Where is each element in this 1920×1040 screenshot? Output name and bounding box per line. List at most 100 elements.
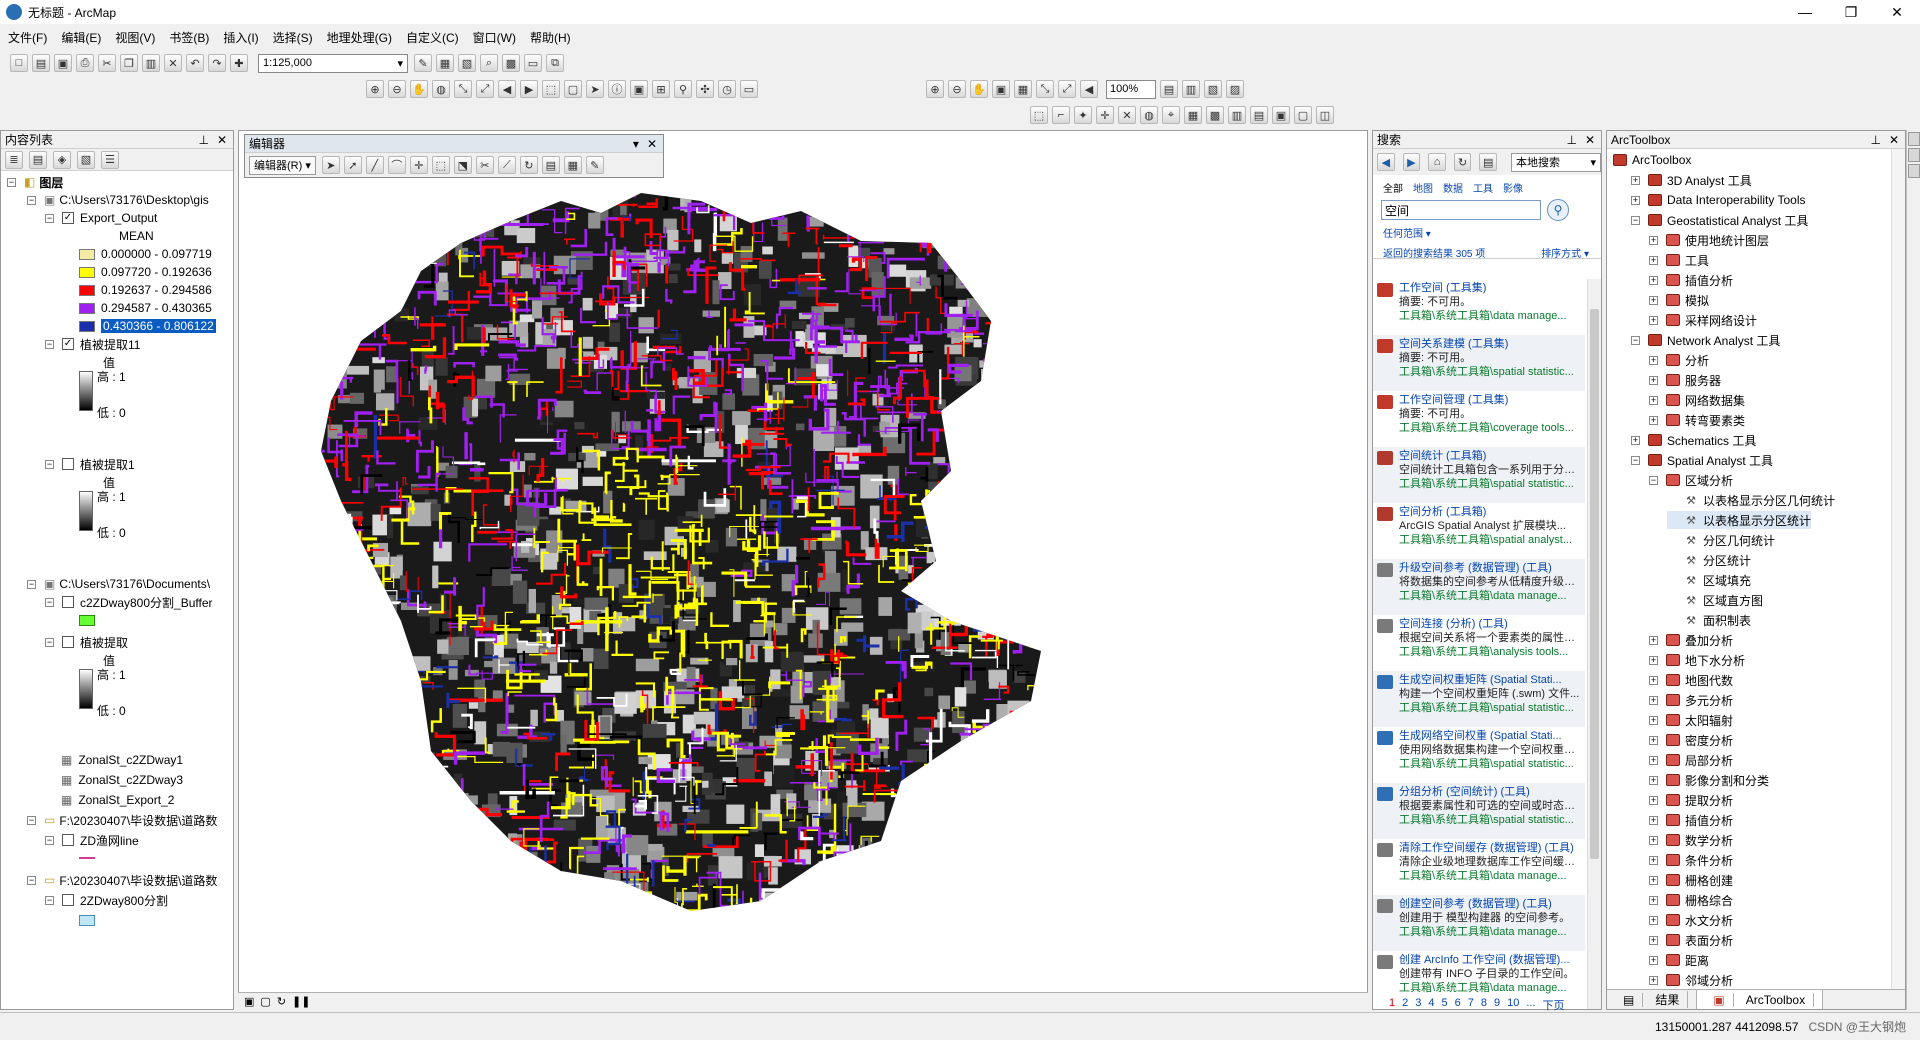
snap-vertex-icon[interactable]: ✦ (1074, 106, 1092, 124)
search-result-title[interactable]: 生成网络空间权重 (Spatial Stati... (1399, 729, 1581, 743)
delete-icon[interactable]: ✕ (164, 54, 182, 72)
pager-link[interactable]: 9 (1494, 997, 1500, 1013)
arctoolbox-item[interactable]: + 地图代数 (1649, 671, 1733, 689)
layout-pan-icon[interactable]: ✋ (970, 80, 988, 98)
expand-icon[interactable]: + (1649, 895, 1658, 905)
arctoolbox-item[interactable]: ⚒ 以表格显示分区统计 (1667, 511, 1812, 529)
arctoolbox-item[interactable]: ⚒ 面积制表 (1667, 611, 1751, 629)
pager-link[interactable]: 10 (1507, 997, 1519, 1013)
arctoolbox-item[interactable]: + 插值分析 (1649, 811, 1733, 829)
toc-window-icon[interactable]: ▦ (436, 54, 454, 72)
collapse-icon[interactable]: − (27, 579, 36, 589)
layer-visibility-checkbox[interactable] (62, 636, 74, 648)
back-extent-icon[interactable]: ◀ (498, 80, 516, 98)
arctoolbox-item[interactable]: + 插值分析 (1649, 271, 1733, 289)
dock-tab-icon[interactable] (1908, 132, 1920, 146)
expand-icon[interactable]: + (1649, 295, 1658, 305)
snap-point-icon[interactable]: ⬚ (1030, 106, 1048, 124)
arctoolbox-item[interactable]: + 使用地统计图层 (1649, 231, 1769, 249)
arctoolbox-item[interactable]: + 密度分析 (1649, 731, 1733, 749)
collapse-icon[interactable]: − (45, 597, 54, 607)
zoom-out-icon[interactable]: ⊖ (388, 80, 406, 98)
class-swatch[interactable] (79, 302, 95, 314)
search-result-title[interactable]: 工作空间管理 (工具集) (1399, 393, 1581, 407)
layout-zoom-out-icon[interactable]: ⊖ (948, 80, 966, 98)
catalog-window-icon[interactable]: ▧ (458, 54, 476, 72)
distribute-icon[interactable]: ▤ (1250, 106, 1268, 124)
expand-icon[interactable]: + (1649, 935, 1658, 945)
arctoolbox-item[interactable]: + Schematics 工具 (1631, 431, 1756, 449)
toc-table-row[interactable]: ▦ ZonalSt_Export_2 (61, 791, 174, 809)
data-view-icon[interactable]: ▣ (244, 995, 254, 1008)
paste-icon[interactable]: ▥ (142, 54, 160, 72)
search-input[interactable]: 空间 (1381, 200, 1541, 220)
search-result-title[interactable]: 清除工作空间缓存 (数据管理) (工具) (1399, 841, 1581, 855)
open-icon[interactable]: ▤ (32, 54, 50, 72)
globe-icon[interactable]: ◍ (1140, 106, 1158, 124)
fixed-zoom-out-layout-icon[interactable]: ⤢ (1058, 80, 1076, 98)
arctoolbox-item[interactable]: ⚒ 区域直方图 (1667, 591, 1763, 609)
save-icon[interactable]: ▣ (54, 54, 72, 72)
arctoolbox-item[interactable]: + Data Interoperability Tools (1631, 191, 1806, 209)
arctoolbox-item[interactable]: + 数学分析 (1649, 831, 1733, 849)
toc-legend-class[interactable]: 0.097720 - 0.192636 (79, 263, 212, 281)
pager-link[interactable]: 1 (1389, 997, 1395, 1013)
arctoolbox-item[interactable]: − Geostatistical Analyst 工具 (1631, 211, 1808, 229)
search-icon[interactable]: ⚲ (1547, 199, 1569, 221)
menu-windows[interactable]: 窗口(W) (473, 29, 516, 46)
expand-icon[interactable]: + (1649, 655, 1658, 665)
search-result-title[interactable]: 空间分析 (工具箱) (1399, 505, 1581, 519)
minimize-button[interactable]: — (1782, 0, 1828, 24)
data-driven-pages-icon[interactable]: ▨ (1226, 80, 1244, 98)
arctoolbox-item[interactable]: + 多元分析 (1649, 691, 1733, 709)
arctoolbox-item[interactable]: − Spatial Analyst 工具 (1631, 451, 1773, 469)
search-result-item[interactable]: 生成网络空间权重 (Spatial Stati... 使用网络数据集构建一个空间权… (1373, 727, 1585, 783)
search-result-title[interactable]: 分组分析 (空间统计) (工具) (1399, 785, 1581, 799)
stretch-ramp[interactable] (79, 669, 93, 709)
zoom-in-icon[interactable]: ⊕ (366, 80, 384, 98)
filter-tools[interactable]: 工具 (1473, 180, 1493, 195)
tab-results[interactable]: ▤ 结果 (1607, 990, 1698, 1009)
attributes-icon[interactable]: ▤ (541, 156, 560, 174)
identify-icon[interactable]: ⓘ (608, 80, 626, 98)
arctoolbox-item[interactable]: +3D Analyst 工具 (1631, 171, 1752, 189)
menu-view[interactable]: 视图(V) (115, 29, 155, 46)
editor-menu-button[interactable]: 编辑器(R) ▾ (249, 155, 316, 175)
arctoolbox-item[interactable]: + 转弯要素类 (1649, 411, 1745, 429)
toc-table-row[interactable]: ▦ ZonalSt_c2ZDway1 (61, 751, 183, 769)
polygon-symbol[interactable] (79, 914, 95, 926)
expand-icon[interactable]: + (1649, 835, 1658, 845)
arctoolbox-item[interactable]: ⚒ 分区几何统计 (1667, 531, 1775, 549)
arctoolbox-item[interactable]: + 地下水分析 (1649, 651, 1745, 669)
pause-drawing-icon[interactable]: ❚❚ (292, 995, 310, 1008)
scrollbar-thumb[interactable] (1590, 309, 1599, 859)
full-extent-icon[interactable]: ◍ (432, 80, 450, 98)
expand-icon[interactable]: + (1649, 255, 1658, 265)
search-result-item[interactable]: 升级空间参考 (数据管理) (工具) 将数据集的空间参考从低精度升级为... 工具箱… (1373, 559, 1585, 615)
toc-workspace-row[interactable]: − ▭ F:\20230407\毕设数据\道路数 (27, 871, 217, 889)
python-window-icon[interactable]: ▭ (524, 54, 542, 72)
toc-close-icon[interactable]: ✕ (217, 133, 227, 147)
search-result-title[interactable]: 工作空间 (工具集) (1399, 281, 1581, 295)
toc-table-row[interactable]: ▦ ZonalSt_c2ZDway3 (61, 771, 183, 789)
arctoolbox-item[interactable]: ⚒ 以表格显示分区几何统计 (1667, 491, 1835, 509)
arctoolbox-item[interactable]: ⚒ 区域填充 (1667, 571, 1751, 589)
table-icon[interactable]: ▦ (1184, 106, 1202, 124)
search-result-item[interactable]: 创建空间参考 (数据管理) (工具) 创建用于 模型构建器 的空间参考。 工具箱\系… (1373, 895, 1585, 951)
dock-tab-icon[interactable] (1908, 148, 1920, 162)
arctoolbox-item[interactable]: + 工具 (1649, 251, 1709, 269)
editor-toolbar-icon[interactable]: ✎ (414, 54, 432, 72)
arctoolbox-item[interactable]: + 模拟 (1649, 291, 1709, 309)
arctoolbox-item[interactable]: + 表面分析 (1649, 931, 1733, 949)
search-result-item[interactable]: 空间分析 (工具箱) ArcGIS Spatial Analyst 扩展模块...… (1373, 503, 1585, 559)
fixed-zoom-out-icon[interactable]: ⤢ (476, 80, 494, 98)
snap-edge-icon[interactable]: ✛ (1096, 106, 1114, 124)
stretch-ramp[interactable] (79, 491, 93, 531)
list-by-drawing-order-icon[interactable]: ≣ (5, 150, 23, 169)
arctoolbox-item[interactable]: ArcToolbox (1613, 151, 1691, 169)
arctoolbox-item[interactable]: − Network Analyst 工具 (1631, 331, 1780, 349)
pager-link[interactable]: 5 (1442, 997, 1448, 1013)
back-extent-layout-icon[interactable]: ◀ (1080, 80, 1098, 98)
toc-layer-row[interactable]: − ZD渔网line (45, 831, 139, 849)
create-features-icon[interactable]: ✎ (585, 156, 604, 174)
